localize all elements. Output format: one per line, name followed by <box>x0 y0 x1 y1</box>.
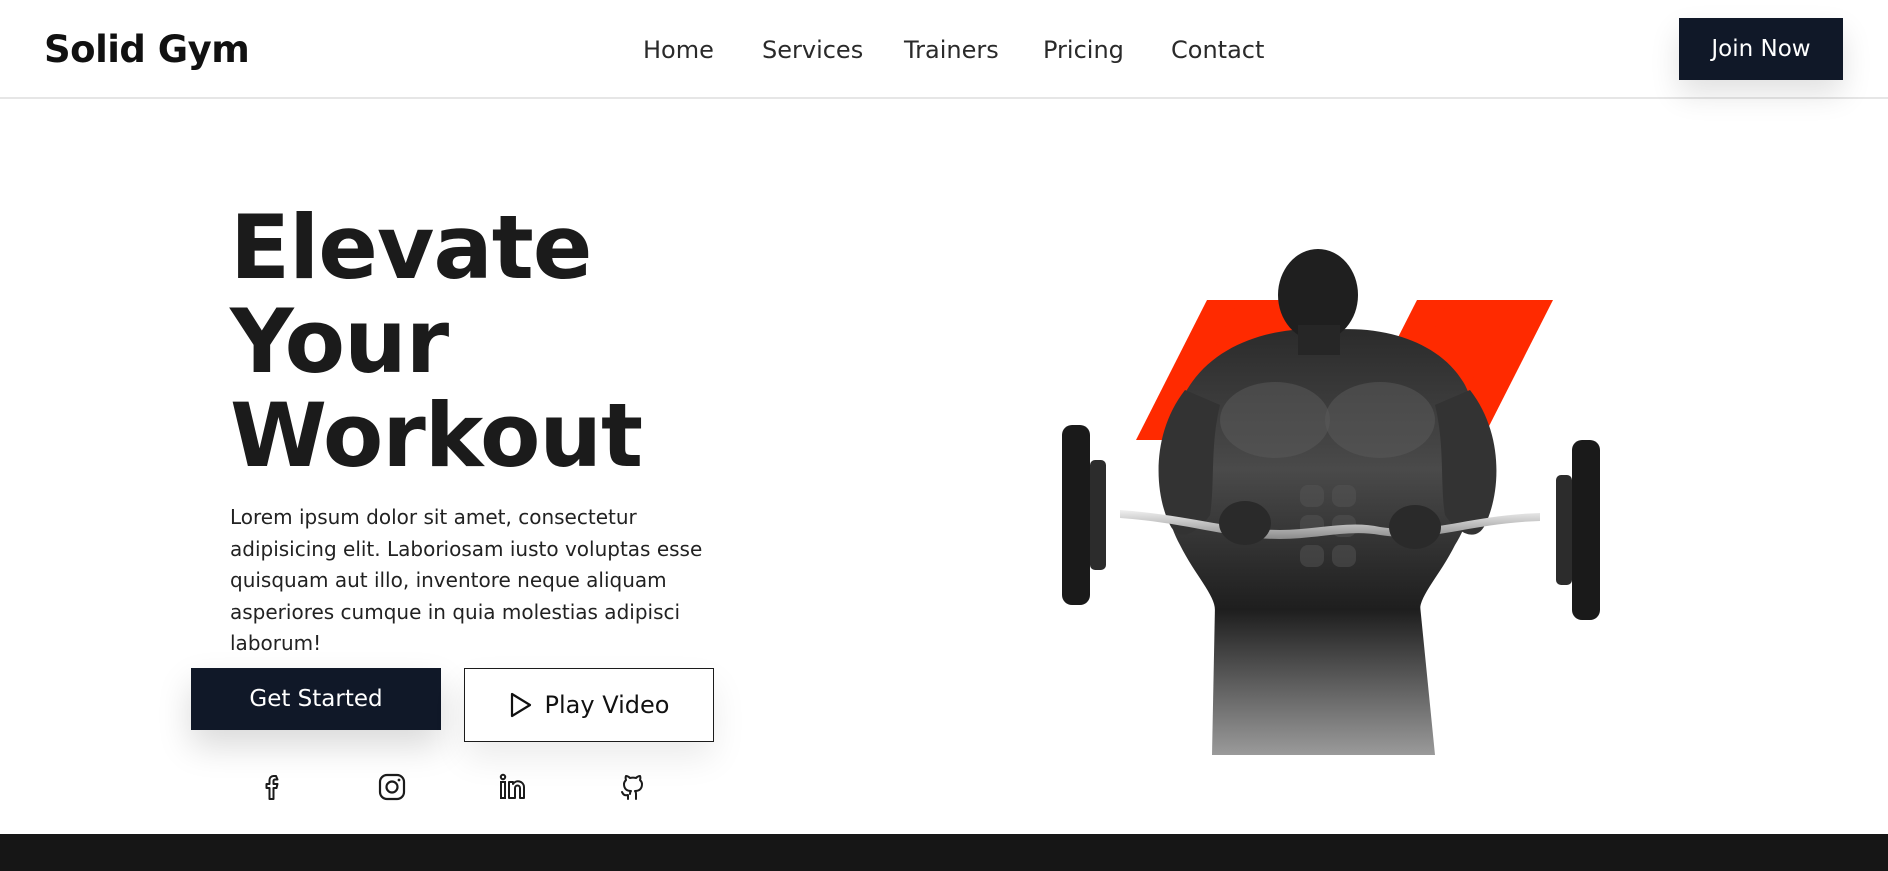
main-nav: Home Services Trainers Pricing Contact <box>0 36 1888 68</box>
instagram-icon[interactable] <box>375 770 409 804</box>
nav-pricing[interactable]: Pricing <box>1043 36 1124 64</box>
play-video-label: Play Video <box>544 691 670 719</box>
nav-home[interactable]: Home <box>643 36 714 64</box>
hero-description: Lorem ipsum dolor sit amet, consectetur … <box>230 505 703 655</box>
join-now-button[interactable]: Join Now <box>1679 18 1843 80</box>
hero-title-line: Workout <box>230 384 643 487</box>
nav-contact[interactable]: Contact <box>1171 36 1264 64</box>
nav-trainers[interactable]: Trainers <box>904 36 999 64</box>
hero-title: Elevate Your Workout <box>230 196 643 487</box>
footer-bar <box>0 834 1888 871</box>
play-video-button[interactable]: Play Video <box>464 668 714 742</box>
hero-title-line: Elevate <box>230 196 592 299</box>
facebook-icon[interactable] <box>256 770 290 804</box>
nav-services[interactable]: Services <box>762 36 863 64</box>
play-icon <box>510 692 531 718</box>
site-header: Solid Gym Home Services Trainers Pricing… <box>0 0 1888 99</box>
hero-athlete-image <box>1062 249 1600 755</box>
github-icon[interactable] <box>615 770 649 804</box>
get-started-button[interactable]: Get Started <box>191 668 441 730</box>
social-links <box>0 770 700 810</box>
hero-title-line: Your <box>230 290 449 393</box>
linkedin-icon[interactable] <box>496 770 530 804</box>
